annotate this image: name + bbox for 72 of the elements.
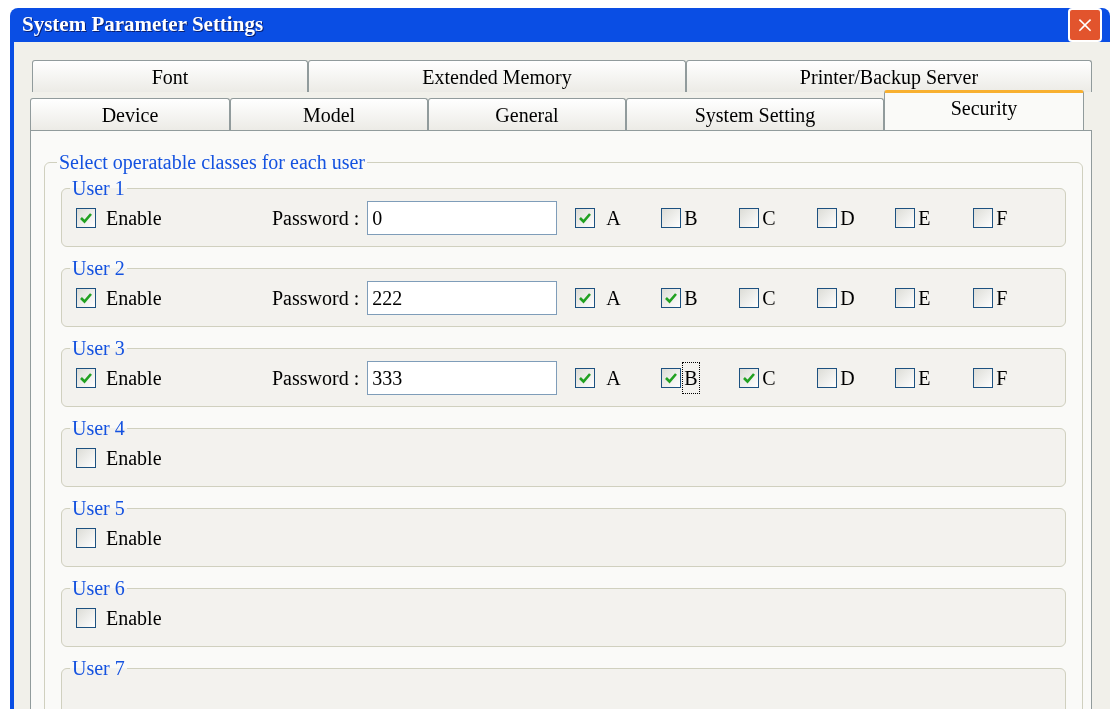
class-checkbox[interactable]: B [661, 283, 740, 313]
class-label: E [917, 366, 932, 391]
class-checkbox[interactable]: C [739, 363, 818, 393]
class-label: D [839, 206, 856, 231]
enable-checkbox[interactable]: Enable [76, 603, 272, 633]
user-group-title: User 3 [71, 337, 126, 359]
password-label: Password : [272, 366, 360, 391]
tab[interactable]: Font [32, 60, 308, 92]
password-label: Password : [272, 206, 360, 231]
enable-checkbox[interactable]: Enable [76, 523, 272, 553]
enable-label: Enable [106, 286, 162, 311]
tab[interactable]: Extended Memory [308, 60, 686, 92]
class-label: B [683, 206, 699, 231]
class-checkbox[interactable]: D [817, 283, 896, 313]
class-checkbox[interactable]: E [895, 363, 974, 393]
enable-checkbox[interactable]: Enable [76, 443, 272, 473]
class-label: F [995, 286, 1009, 311]
enable-label: Enable [106, 206, 162, 231]
user-group-title: User 7 [71, 657, 126, 679]
class-label: E [917, 206, 932, 231]
class-label: E [917, 286, 932, 311]
class-checkbox[interactable]: A [575, 283, 662, 313]
tab[interactable]: Security [884, 90, 1084, 130]
class-checkbox[interactable]: B [661, 203, 740, 233]
enable-label: Enable [106, 526, 162, 551]
class-label: C [761, 206, 777, 231]
password-field[interactable]: 0 [367, 201, 558, 235]
user-group-title: User 6 [71, 577, 126, 599]
enable-checkbox[interactable]: Enable [76, 363, 272, 393]
password-label: Password : [272, 286, 360, 311]
class-label: C [761, 366, 777, 391]
tab[interactable]: Printer/Backup Server [686, 60, 1092, 92]
close-button[interactable]: × [1068, 8, 1102, 42]
enable-label: Enable [106, 366, 162, 391]
class-label: C [761, 286, 777, 311]
tab[interactable]: General [428, 98, 626, 130]
enable-label: Enable [106, 606, 162, 631]
class-checkbox[interactable]: A [575, 203, 662, 233]
enable-label: Enable [106, 446, 162, 471]
tab[interactable]: System Setting [626, 98, 884, 130]
class-label: F [995, 206, 1009, 231]
class-label: F [995, 366, 1009, 391]
window-title: System Parameter Settings [22, 11, 264, 39]
class-checkbox[interactable]: D [817, 363, 896, 393]
class-label: B [683, 286, 699, 311]
class-checkbox[interactable]: D [817, 203, 896, 233]
class-checkbox[interactable]: F [973, 203, 1052, 233]
user-group-title: User 1 [71, 177, 126, 199]
tab[interactable]: Model [230, 98, 428, 130]
class-checkbox[interactable]: E [895, 203, 974, 233]
class-checkbox[interactable]: B [661, 363, 740, 393]
password-field[interactable]: 333 [367, 361, 558, 395]
class-label: D [839, 286, 856, 311]
class-checkbox[interactable]: A [575, 363, 662, 393]
group-title: Select operatable classes for each user [58, 150, 366, 176]
class-label: D [839, 366, 856, 391]
class-checkbox[interactable]: C [739, 203, 818, 233]
class-checkbox[interactable]: F [973, 283, 1052, 313]
password-field[interactable]: 222 [367, 281, 558, 315]
class-checkbox[interactable]: E [895, 283, 974, 313]
class-label: B [683, 363, 699, 393]
class-label: A [605, 206, 622, 231]
user-group-title: User 4 [71, 417, 126, 439]
class-checkbox[interactable]: F [973, 363, 1052, 393]
tab[interactable]: Device [30, 98, 230, 130]
class-checkbox[interactable]: C [739, 283, 818, 313]
user-group-title: User 5 [71, 497, 126, 519]
enable-checkbox[interactable]: Enable [76, 283, 272, 313]
enable-checkbox[interactable]: Enable [76, 203, 272, 233]
class-label: A [605, 286, 622, 311]
class-label: A [605, 366, 622, 391]
user-group-title: User 2 [71, 257, 126, 279]
